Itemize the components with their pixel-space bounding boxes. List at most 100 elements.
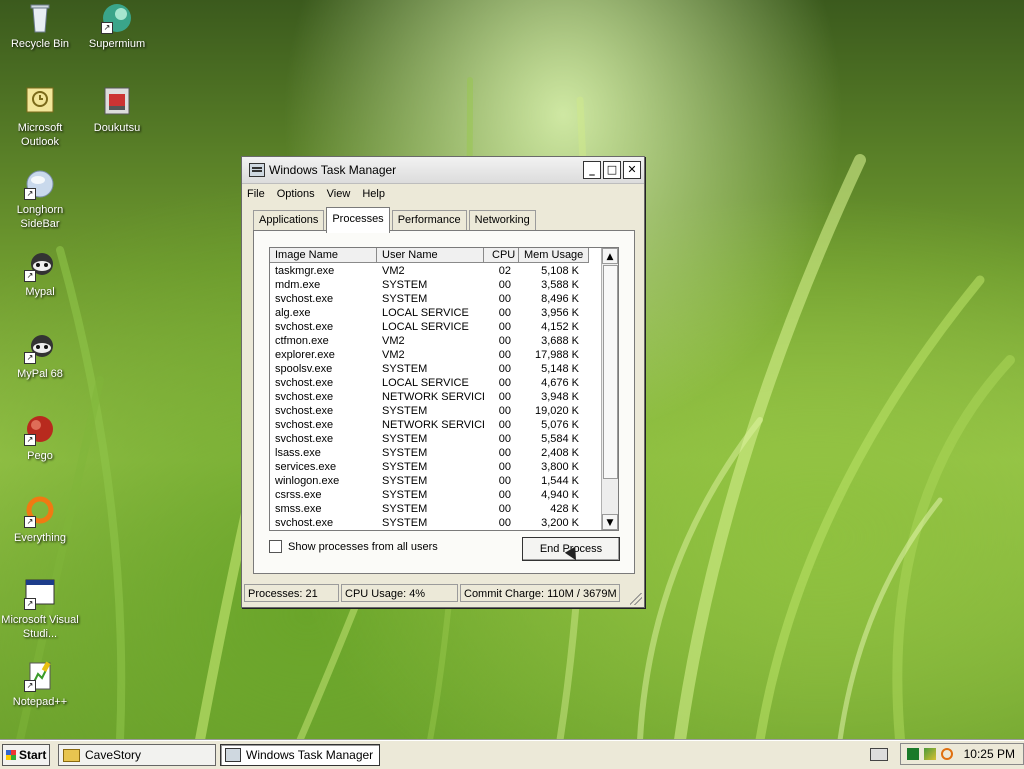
process-list[interactable]: Image Name User Name CPU Mem Usage taskm… — [269, 247, 619, 531]
process-image-name: services.exe — [275, 461, 337, 473]
process-user-name: SYSTEM — [382, 447, 428, 459]
column-cpu[interactable]: CPU — [484, 248, 519, 263]
mypal-icon: ↗ — [24, 250, 56, 282]
table-row[interactable]: spoolsv.exe SYSTEM 00 5,148 K — [270, 362, 602, 376]
maximize-button[interactable]: □ — [603, 161, 621, 179]
process-image-name: alg.exe — [275, 307, 311, 319]
column-user-name[interactable]: User Name — [377, 248, 484, 263]
title-bar[interactable]: Windows Task Manager _ □ ✕ — [242, 157, 644, 184]
clock[interactable]: 10:25 PM — [964, 747, 1015, 761]
scroll-up-arrow-icon[interactable]: ▲ — [602, 248, 618, 264]
process-image-name: mdm.exe — [275, 279, 321, 291]
process-user-name: SYSTEM — [382, 293, 428, 305]
show-all-users-option[interactable]: Show processes from all users — [269, 540, 438, 553]
menu-file[interactable]: File — [247, 188, 265, 200]
tray-app-icon[interactable] — [906, 748, 919, 760]
process-user-name: LOCAL SERVICE — [382, 321, 469, 333]
process-image-name: ctfmon.exe — [275, 335, 329, 347]
minimize-button[interactable]: _ — [583, 161, 601, 179]
outlook-icon — [24, 86, 56, 118]
start-button[interactable]: Start — [2, 744, 50, 766]
status-processes: Processes: 21 — [244, 584, 339, 602]
table-row[interactable]: svchost.exe SYSTEM 00 8,496 K — [270, 292, 602, 306]
keyboard-icon[interactable] — [869, 747, 888, 761]
show-all-users-checkbox[interactable] — [269, 540, 282, 553]
column-mem-usage[interactable]: Mem Usage — [519, 248, 589, 263]
pego-icon: ↗ — [24, 414, 56, 446]
process-image-name: winlogon.exe — [275, 475, 340, 487]
tab-applications[interactable]: Applications — [253, 210, 325, 231]
table-row[interactable]: lsass.exe SYSTEM 00 2,408 K — [270, 446, 602, 460]
process-cpu: 00 — [498, 335, 511, 347]
close-button[interactable]: ✕ — [623, 161, 641, 179]
desktop-icon-everything[interactable]: ↗ Everything — [0, 496, 80, 545]
desktop-icon-outlook[interactable]: Microsoft Outlook — [0, 86, 80, 149]
table-row[interactable]: svchost.exe SYSTEM 00 19,020 K — [270, 404, 602, 418]
taskbar-item-label: Windows Task Manager — [246, 748, 374, 762]
desktop-icon-notepad-plus-plus[interactable]: ↗ Notepad++ — [0, 660, 80, 709]
table-row[interactable]: taskmgr.exe VM2 02 5,108 K — [270, 264, 602, 278]
desktop-icon-mypal-68[interactable]: ↗ MyPal 68 — [0, 332, 80, 381]
process-mem-usage: 3,688 K — [541, 335, 579, 347]
process-image-name: svchost.exe — [275, 433, 334, 445]
table-row[interactable]: svchost.exe SYSTEM 00 3,200 K — [270, 516, 602, 530]
process-mem-usage: 2,408 K — [541, 447, 579, 459]
process-user-name: SYSTEM — [382, 433, 428, 445]
table-row[interactable]: svchost.exe SYSTEM 00 5,584 K — [270, 432, 602, 446]
vertical-scrollbar[interactable]: ▲ ▼ — [601, 248, 618, 530]
task-manager-window[interactable]: Windows Task Manager _ □ ✕ File Options … — [241, 156, 645, 608]
scroll-down-arrow-icon[interactable]: ▼ — [602, 514, 618, 530]
mypal-68-icon: ↗ — [24, 332, 56, 364]
processes-panel: Image Name User Name CPU Mem Usage taskm… — [253, 230, 635, 574]
scroll-thumb[interactable] — [603, 265, 618, 479]
process-mem-usage: 3,800 K — [541, 461, 579, 473]
table-row[interactable]: smss.exe SYSTEM 00 428 K — [270, 502, 602, 516]
table-row[interactable]: mdm.exe SYSTEM 00 3,588 K — [270, 278, 602, 292]
process-user-name: NETWORK SERVICE — [382, 419, 484, 431]
task-manager-icon — [249, 163, 265, 177]
process-mem-usage: 3,588 K — [541, 279, 579, 291]
desktop-icon-mypal[interactable]: ↗ Mypal — [0, 250, 80, 299]
table-row[interactable]: svchost.exe LOCAL SERVICE 00 4,152 K — [270, 320, 602, 334]
process-image-name: taskmgr.exe — [275, 265, 335, 277]
resize-grip-icon[interactable] — [630, 593, 642, 605]
process-cpu: 02 — [498, 265, 511, 277]
process-user-name: SYSTEM — [382, 461, 428, 473]
process-cpu: 00 — [498, 377, 511, 389]
table-row[interactable]: ctfmon.exe VM2 00 3,688 K — [270, 334, 602, 348]
process-mem-usage: 1,544 K — [541, 475, 579, 487]
menu-help[interactable]: Help — [362, 188, 385, 200]
process-user-name: SYSTEM — [382, 489, 428, 501]
menu-view[interactable]: View — [327, 188, 351, 200]
tab-networking[interactable]: Networking — [468, 210, 536, 231]
process-mem-usage: 5,076 K — [541, 419, 579, 431]
process-user-name: SYSTEM — [382, 405, 428, 417]
desktop-icon-recycle-bin[interactable]: Recycle Bin — [0, 2, 80, 51]
menu-options[interactable]: Options — [277, 188, 315, 200]
table-row[interactable]: winlogon.exe SYSTEM 00 1,544 K — [270, 474, 602, 488]
desktop-icon-supermium[interactable]: ↗ Supermium — [77, 2, 157, 51]
everything-icon: ↗ — [24, 496, 56, 528]
search-icon[interactable] — [940, 748, 953, 760]
tab-performance[interactable]: Performance — [391, 210, 467, 231]
table-row[interactable]: svchost.exe LOCAL SERVICE 00 4,676 K — [270, 376, 602, 390]
desktop-icon-pego[interactable]: ↗ Pego — [0, 414, 80, 463]
table-row[interactable]: svchost.exe NETWORK SERVICE 00 3,948 K — [270, 390, 602, 404]
tab-processes[interactable]: Processes — [326, 207, 390, 233]
process-mem-usage: 8,496 K — [541, 293, 579, 305]
desktop-icon-doukutsu[interactable]: Doukutsu — [77, 86, 157, 135]
process-cpu: 00 — [498, 349, 511, 361]
desktop-icon-visual-studio[interactable]: ↗ Microsoft Visual Studi... — [0, 578, 80, 641]
process-cpu: 00 — [498, 503, 511, 515]
table-row[interactable]: csrss.exe SYSTEM 00 4,940 K — [270, 488, 602, 502]
table-row[interactable]: svchost.exe NETWORK SERVICE 00 5,076 K — [270, 418, 602, 432]
table-row[interactable]: services.exe SYSTEM 00 3,800 K — [270, 460, 602, 474]
table-row[interactable]: explorer.exe VM2 00 17,988 K — [270, 348, 602, 362]
taskbar-item-task-manager[interactable]: Windows Task Manager — [220, 744, 380, 766]
process-mem-usage: 428 K — [550, 503, 579, 515]
taskbar-item-cavestory[interactable]: CaveStory — [58, 744, 216, 766]
network-icon[interactable] — [923, 748, 936, 760]
table-row[interactable]: alg.exe LOCAL SERVICE 00 3,956 K — [270, 306, 602, 320]
desktop-icon-longhorn-sidebar[interactable]: ↗ Longhorn SideBar — [0, 168, 80, 231]
column-image-name[interactable]: Image Name — [270, 248, 377, 263]
